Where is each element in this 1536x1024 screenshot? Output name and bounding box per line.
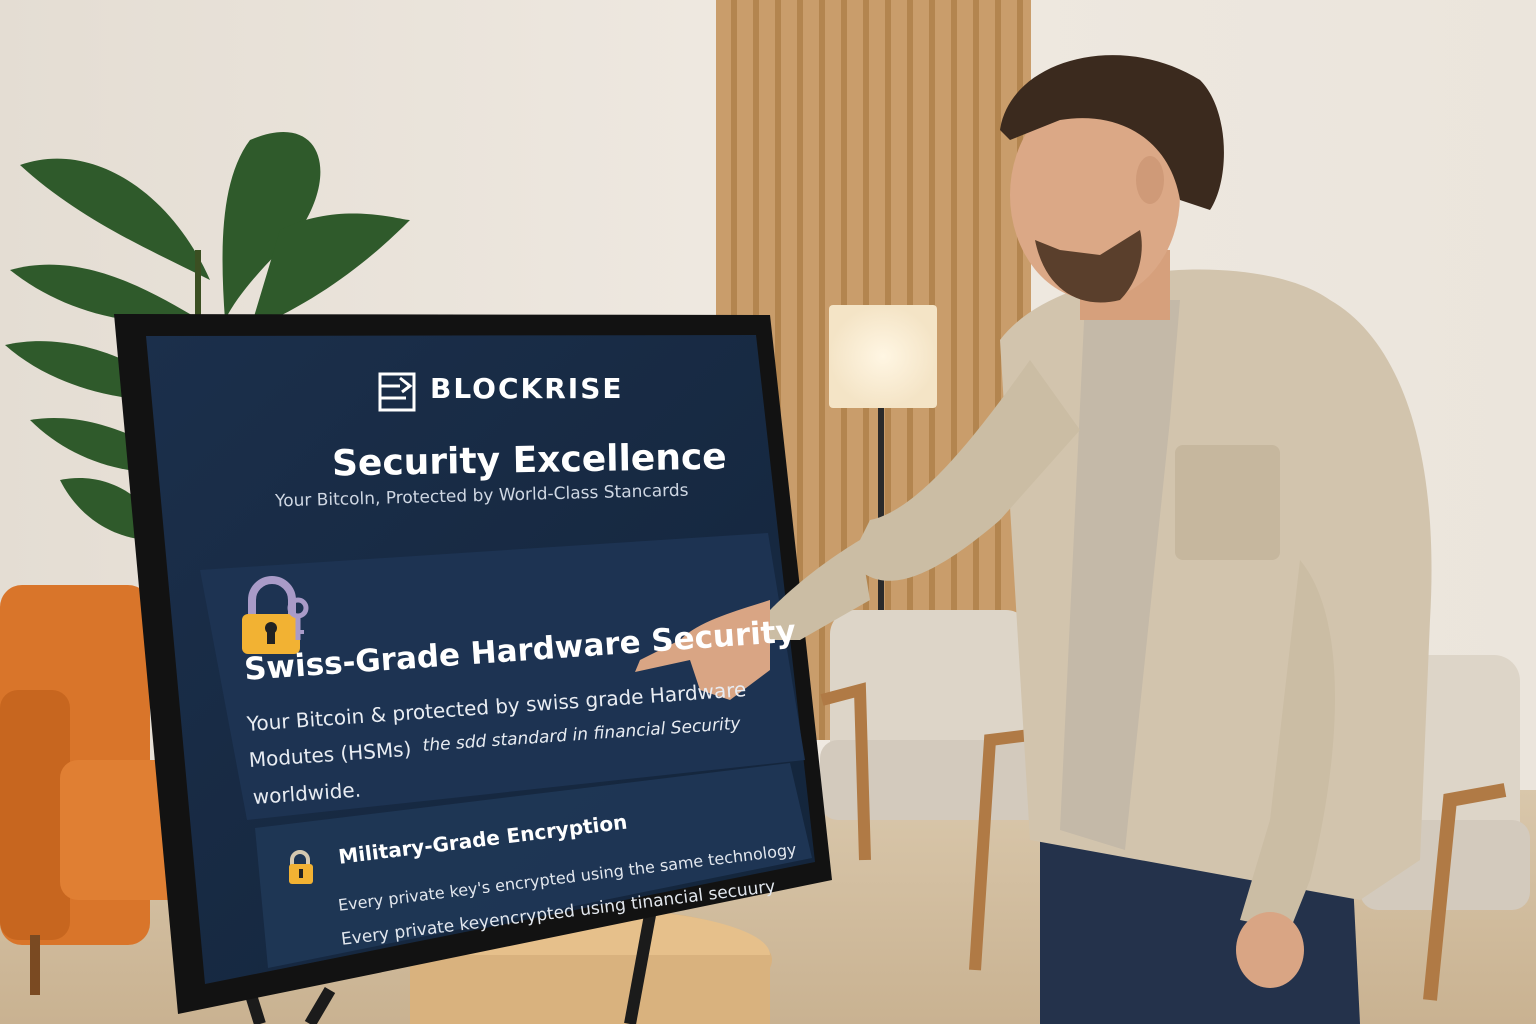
room-scene xyxy=(0,0,1536,1024)
page-title: Security Excellence xyxy=(331,436,727,485)
brand-name: BLOCKRISE xyxy=(430,372,624,405)
